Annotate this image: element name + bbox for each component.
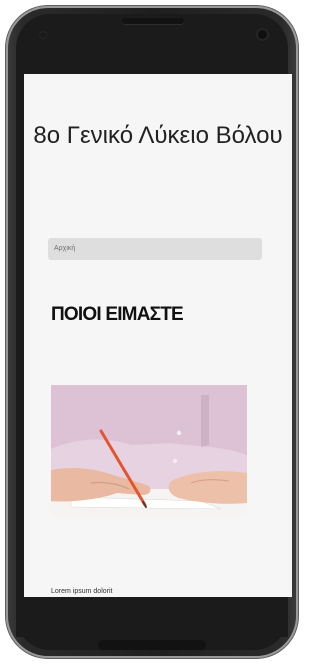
- bottom-speaker-icon: [98, 640, 206, 650]
- phone-screen: 8o Γενικό Λύκειο Βόλου Αρχική ΠΟΙΟΙ ΕΙΜΑ…: [24, 74, 292, 597]
- speaker-grille-icon: [122, 18, 184, 24]
- front-camera-icon: [258, 30, 267, 39]
- phone-mockup: 8o Γενικό Λύκειο Βόλου Αρχική ΠΟΙΟΙ ΕΙΜΑ…: [0, 0, 304, 664]
- nav-menu-bar[interactable]: Αρχική: [48, 238, 262, 260]
- writing-photo: [51, 385, 247, 517]
- site-title: 8o Γενικό Λύκειο Βόλου: [33, 122, 283, 149]
- phone-chin: [16, 597, 288, 637]
- proximity-sensor-icon: [40, 32, 46, 38]
- intro-paragraph: Lorem ipsum dolorit: [51, 588, 113, 595]
- section-heading: ΠΟΙΟΙ ΕΙΜΑΣΤΕ: [51, 304, 184, 325]
- nav-item-home[interactable]: Αρχική: [54, 245, 75, 252]
